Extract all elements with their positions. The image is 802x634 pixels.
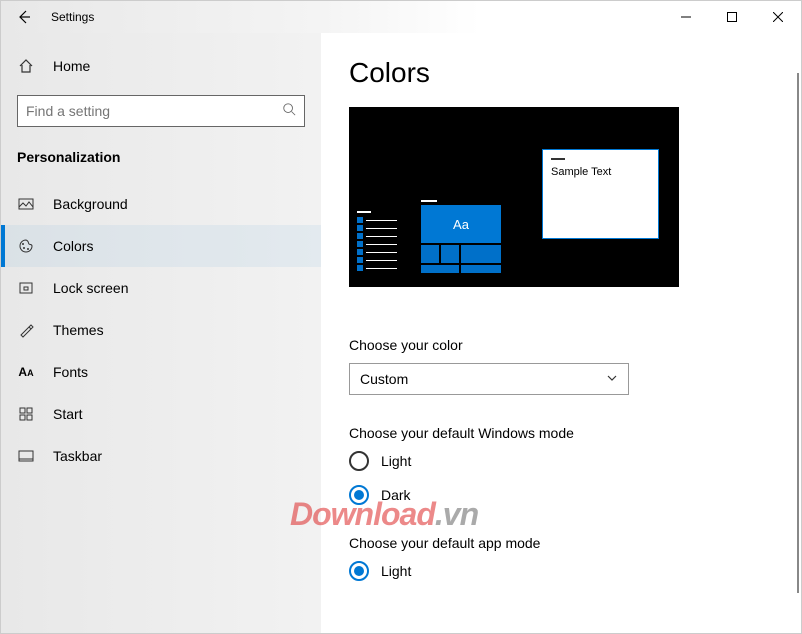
sidebar-item-label: Taskbar	[53, 448, 102, 464]
sidebar-item-label: Lock screen	[53, 280, 128, 296]
windows-mode-group: Light Dark	[349, 451, 761, 505]
preview-sample-text: Sample Text	[551, 166, 650, 178]
search-icon	[282, 102, 296, 121]
sidebar-item-themes[interactable]: Themes	[1, 309, 321, 351]
windows-mode-dark[interactable]: Dark	[349, 485, 761, 505]
sidebar-item-label: Fonts	[53, 364, 88, 380]
sidebar-item-label: Colors	[53, 238, 93, 254]
close-icon	[773, 12, 783, 22]
sidebar-item-colors[interactable]: Colors	[1, 225, 321, 267]
sidebar-item-label: Themes	[53, 322, 104, 338]
radio-icon	[349, 485, 369, 505]
choose-color-dropdown[interactable]: Custom	[349, 363, 629, 395]
app-mode-label: Choose your default app mode	[349, 535, 761, 551]
app-mode-group: Light	[349, 561, 761, 581]
home-icon	[17, 57, 35, 75]
sidebar-item-label: Background	[53, 196, 128, 212]
maximize-icon	[727, 12, 737, 22]
sidebar-item-background[interactable]: Background	[1, 183, 321, 225]
maximize-button[interactable]	[709, 1, 755, 33]
lockscreen-icon	[17, 279, 35, 297]
themes-icon	[17, 321, 35, 339]
preview-tile-big: Aa	[421, 205, 501, 243]
sidebar-item-lockscreen[interactable]: Lock screen	[1, 267, 321, 309]
radio-label: Dark	[381, 487, 411, 503]
minimize-icon	[681, 12, 691, 22]
sidebar-item-start[interactable]: Start	[1, 393, 321, 435]
choose-color-label: Choose your color	[349, 337, 761, 353]
home-label: Home	[53, 58, 90, 74]
sidebar-item-fonts[interactable]: AA Fonts	[1, 351, 321, 393]
app-title: Settings	[51, 10, 663, 24]
palette-icon	[17, 237, 35, 255]
app-mode-light[interactable]: Light	[349, 561, 761, 581]
windows-mode-light[interactable]: Light	[349, 451, 761, 471]
taskbar-icon	[17, 447, 35, 465]
scrollbar[interactable]	[797, 73, 799, 593]
radio-label: Light	[381, 563, 411, 579]
window-controls	[663, 1, 801, 33]
sidebar-item-taskbar[interactable]: Taskbar	[1, 435, 321, 477]
arrow-left-icon	[16, 9, 32, 25]
chevron-down-icon	[606, 371, 618, 387]
close-button[interactable]	[755, 1, 801, 33]
fonts-icon: AA	[17, 363, 35, 381]
back-button[interactable]	[1, 1, 47, 33]
titlebar: Settings	[1, 1, 801, 33]
dropdown-value: Custom	[360, 371, 408, 387]
radio-icon	[349, 451, 369, 471]
search-box[interactable]	[17, 95, 305, 127]
search-input[interactable]	[26, 103, 282, 119]
main-panel: Colors Aa Sample Text	[321, 33, 801, 633]
radio-label: Light	[381, 453, 411, 469]
preview-app-window: Sample Text	[542, 149, 659, 239]
preview-start-menu	[357, 211, 397, 273]
page-title: Colors	[349, 57, 761, 89]
minimize-button[interactable]	[663, 1, 709, 33]
category-header: Personalization	[1, 131, 321, 177]
windows-mode-label: Choose your default Windows mode	[349, 425, 761, 441]
radio-icon	[349, 561, 369, 581]
preview-tiles: Aa	[421, 200, 501, 273]
picture-icon	[17, 195, 35, 213]
start-icon	[17, 405, 35, 423]
sidebar-item-label: Start	[53, 406, 83, 422]
color-preview: Aa Sample Text	[349, 107, 679, 287]
sidebar: Home Personalization Background Colors L…	[1, 33, 321, 633]
home-nav[interactable]: Home	[1, 45, 321, 87]
